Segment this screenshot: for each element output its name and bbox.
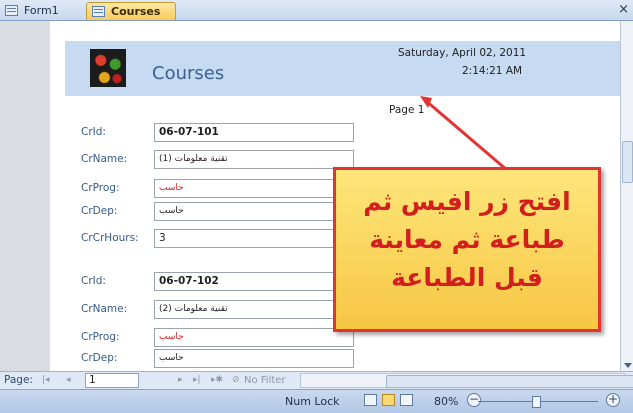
- page-nav-label: Page:: [4, 374, 33, 386]
- page-number-input[interactable]: 1: [85, 373, 139, 388]
- crname-field: تقنية معلومات (2): [154, 300, 354, 319]
- annotation-callout: افتح زر افيس ثم طباعة ثم معاينة قبل الطب…: [333, 167, 601, 332]
- first-page-icon[interactable]: |◂: [42, 375, 50, 385]
- horizontal-scrollbar[interactable]: [300, 373, 633, 388]
- crprog-field: حاسب: [154, 179, 354, 198]
- annotation-line-3: قبل الطباعة: [391, 263, 543, 292]
- zoom-in-button[interactable]: +: [606, 393, 620, 407]
- crcrhours-label: CrCrHours:: [81, 232, 139, 244]
- report-left-margin: [0, 21, 50, 371]
- crdep-label: CrDep:: [81, 352, 118, 364]
- horizontal-scroll-thumb[interactable]: [386, 375, 633, 388]
- report-view-icon[interactable]: [364, 394, 377, 406]
- tab-form1[interactable]: Form1: [0, 2, 60, 20]
- report-header: [65, 41, 620, 96]
- report-title: Courses: [152, 63, 225, 84]
- report-time: 2:14:21 AM: [462, 65, 523, 77]
- crprog-label: CrProg:: [81, 331, 120, 343]
- annotation-line-2: طباعة ثم معاينة: [369, 225, 565, 254]
- zoom-out-button[interactable]: −: [467, 393, 481, 407]
- crdep-label: CrDep:: [81, 205, 118, 217]
- tab-courses[interactable]: Courses: [86, 2, 176, 20]
- zoom-slider[interactable]: [478, 396, 598, 408]
- previous-page-icon[interactable]: ◂: [66, 375, 71, 385]
- num-lock-indicator: Num Lock: [285, 395, 340, 408]
- crprog-label: CrProg:: [81, 182, 120, 194]
- print-preview-icon[interactable]: [382, 394, 395, 406]
- report-date: Saturday, April 02, 2011: [398, 47, 527, 59]
- record-navigation-bar: Page: |◂ ◂ 1 ▸ ▸| ▸✱ ⊘ No Filter: [0, 371, 633, 390]
- tab-courses-label: Courses: [111, 5, 161, 18]
- last-page-icon[interactable]: ▸|: [193, 375, 201, 385]
- status-bar: Num Lock 80% − +: [0, 389, 633, 413]
- vertical-scroll-thumb[interactable]: [622, 141, 633, 183]
- close-icon[interactable]: ×: [618, 2, 629, 18]
- report-logo: [90, 49, 126, 87]
- document-tab-bar: Form1 Courses ×: [0, 0, 633, 21]
- form-icon: [5, 5, 18, 16]
- annotation-text: افتح زر افيس ثم طباعة ثم معاينة قبل الطب…: [336, 183, 598, 297]
- crid-label: CrId:: [81, 126, 106, 138]
- new-record-icon[interactable]: ▸✱: [211, 375, 223, 385]
- layout-view-icon[interactable]: [400, 394, 413, 406]
- zoom-level: 80%: [434, 395, 459, 408]
- page-number: Page 1: [389, 104, 425, 116]
- tab-form1-label: Form1: [24, 4, 59, 17]
- crcrhours-field: 3: [154, 229, 354, 248]
- crname-field: تقنية معلومات (1): [154, 150, 354, 169]
- vertical-scrollbar[interactable]: [620, 21, 633, 371]
- next-page-icon[interactable]: ▸: [178, 375, 183, 385]
- annotation-line-1: افتح زر افيس ثم: [363, 187, 571, 216]
- report-icon: [92, 6, 105, 17]
- crid-field: 06-07-102: [154, 272, 354, 291]
- zoom-slider-knob[interactable]: [532, 396, 541, 408]
- filter-icon[interactable]: ⊘: [232, 375, 240, 385]
- crid-field: 06-07-101: [154, 123, 354, 142]
- scroll-down-icon[interactable]: [624, 363, 632, 368]
- crdep-field: حاسب: [154, 202, 354, 221]
- crname-label: CrName:: [81, 153, 128, 165]
- no-filter-button[interactable]: No Filter: [244, 375, 286, 386]
- crid-label: CrId:: [81, 275, 106, 287]
- crprog-field: حاسب: [154, 328, 354, 347]
- crdep-field: حاسب: [154, 349, 354, 368]
- crname-label: CrName:: [81, 303, 128, 315]
